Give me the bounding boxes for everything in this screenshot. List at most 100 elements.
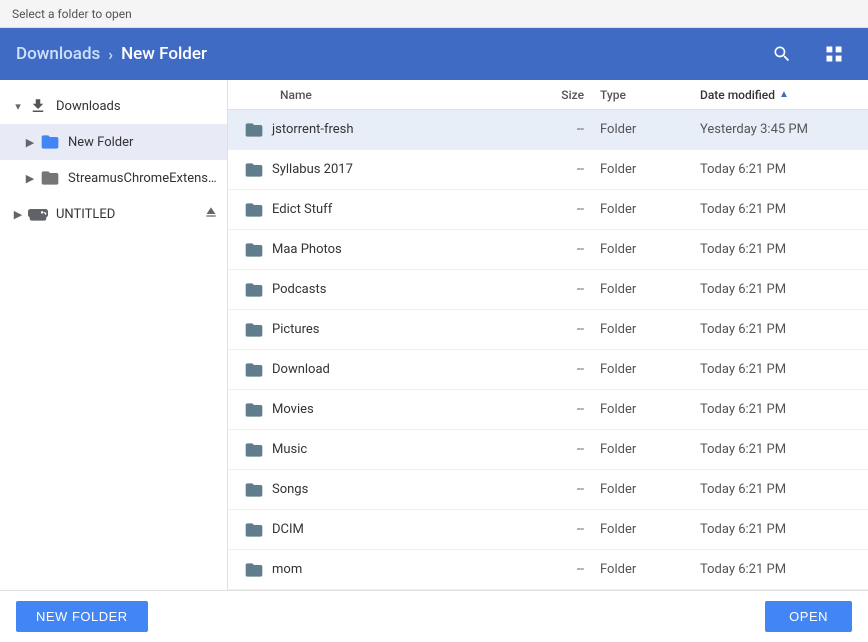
table-row[interactable]: Songs -- Folder Today 6:21 PM <box>228 470 868 510</box>
expand-icon-downloads: ▾ <box>8 100 28 113</box>
table-row[interactable]: Podcasts -- Folder Today 6:21 PM <box>228 270 868 310</box>
row-type: Folder <box>600 562 700 577</box>
search-icon <box>772 44 792 64</box>
table-row[interactable]: Maa Photos -- Folder Today 6:21 PM <box>228 230 868 270</box>
grid-icon <box>824 44 844 64</box>
folder-icon <box>236 240 272 260</box>
sidebar: ▾ Downloads ▶ New Folder ▶ <box>0 80 228 590</box>
file-list-header: Name Size Type Date modified ▲ <box>228 80 868 110</box>
folder-icon <box>236 160 272 180</box>
row-size: -- <box>500 402 600 417</box>
row-date: Today 6:21 PM <box>700 562 860 577</box>
file-list: Name Size Type Date modified ▲ jstorrent… <box>228 80 868 590</box>
row-name: jstorrent-fresh <box>272 122 500 137</box>
row-name: Songs <box>272 482 500 497</box>
sidebar-label-downloads: Downloads <box>56 99 219 114</box>
table-row[interactable]: Music -- Folder Today 6:21 PM <box>228 430 868 470</box>
breadcrumb: Downloads › New Folder <box>16 44 764 64</box>
folder-icon-streamus <box>40 168 60 188</box>
table-row[interactable]: mom -- Folder Today 6:21 PM <box>228 550 868 590</box>
table-row[interactable]: Syllabus 2017 -- Folder Today 6:21 PM <box>228 150 868 190</box>
row-size: -- <box>500 442 600 457</box>
main-content: ▾ Downloads ▶ New Folder ▶ <box>0 80 868 590</box>
row-type: Folder <box>600 162 700 177</box>
row-name: mom <box>272 562 500 577</box>
row-date: Today 6:21 PM <box>700 162 860 177</box>
row-size: -- <box>500 162 600 177</box>
new-folder-button[interactable]: NEW FOLDER <box>16 601 148 632</box>
row-name: Podcasts <box>272 282 500 297</box>
sidebar-item-new-folder[interactable]: ▶ New Folder <box>0 124 227 160</box>
breadcrumb-current: New Folder <box>121 44 207 64</box>
row-name: Syllabus 2017 <box>272 162 500 177</box>
col-header-type[interactable]: Type <box>600 88 700 102</box>
open-button[interactable]: OPEN <box>765 601 852 632</box>
row-size: -- <box>500 482 600 497</box>
row-type: Folder <box>600 522 700 537</box>
row-name: Pictures <box>272 322 500 337</box>
col-header-name[interactable]: Name <box>236 88 500 102</box>
folder-icon <box>236 440 272 460</box>
row-type: Folder <box>600 282 700 297</box>
row-date: Today 6:21 PM <box>700 242 860 257</box>
row-type: Folder <box>600 122 700 137</box>
search-button[interactable] <box>764 36 800 72</box>
expand-icon-new-folder: ▶ <box>20 136 40 149</box>
hdd-icon <box>28 204 48 224</box>
table-row[interactable]: Pictures -- Folder Today 6:21 PM <box>228 310 868 350</box>
row-date: Today 6:21 PM <box>700 442 860 457</box>
table-row[interactable]: Download -- Folder Today 6:21 PM <box>228 350 868 390</box>
row-type: Folder <box>600 322 700 337</box>
sidebar-label-untitled: UNTITLED <box>56 207 203 222</box>
row-name: Maa Photos <box>272 242 500 257</box>
top-bar: Select a folder to open <box>0 0 868 28</box>
expand-icon-streamus: ▶ <box>20 172 40 185</box>
header: Downloads › New Folder <box>0 28 868 80</box>
sidebar-item-downloads[interactable]: ▾ Downloads <box>0 88 227 124</box>
file-rows-container: jstorrent-fresh -- Folder Yesterday 3:45… <box>228 110 868 590</box>
sidebar-item-streamus[interactable]: ▶ StreamusChromeExtensi... <box>0 160 227 196</box>
breadcrumb-root[interactable]: Downloads <box>16 44 100 64</box>
download-icon <box>28 96 48 116</box>
folder-icon <box>236 400 272 420</box>
col-header-size[interactable]: Size <box>500 88 600 102</box>
row-type: Folder <box>600 482 700 497</box>
row-date: Today 6:21 PM <box>700 322 860 337</box>
folder-icon <box>236 280 272 300</box>
folder-icon <box>236 120 272 140</box>
col-header-date[interactable]: Date modified ▲ <box>700 88 860 102</box>
table-row[interactable]: Movies -- Folder Today 6:21 PM <box>228 390 868 430</box>
table-row[interactable]: DCIM -- Folder Today 6:21 PM <box>228 510 868 550</box>
sidebar-item-untitled[interactable]: ▶ UNTITLED <box>0 196 227 232</box>
breadcrumb-separator: › <box>108 45 113 64</box>
header-icons <box>764 36 852 72</box>
row-name: Movies <box>272 402 500 417</box>
row-type: Folder <box>600 402 700 417</box>
folder-icon <box>236 320 272 340</box>
top-bar-label: Select a folder to open <box>12 7 132 21</box>
row-date: Yesterday 3:45 PM <box>700 122 860 137</box>
row-type: Folder <box>600 242 700 257</box>
eject-icon[interactable] <box>203 204 219 224</box>
row-size: -- <box>500 202 600 217</box>
grid-view-button[interactable] <box>816 36 852 72</box>
row-name: Edict Stuff <box>272 202 500 217</box>
row-date: Today 6:21 PM <box>700 402 860 417</box>
row-name: Download <box>272 362 500 377</box>
row-size: -- <box>500 282 600 297</box>
row-name: Music <box>272 442 500 457</box>
folder-icon <box>236 520 272 540</box>
row-type: Folder <box>600 362 700 377</box>
row-size: -- <box>500 322 600 337</box>
expand-icon-untitled: ▶ <box>8 208 28 221</box>
row-date: Today 6:21 PM <box>700 482 860 497</box>
table-row[interactable]: jstorrent-fresh -- Folder Yesterday 3:45… <box>228 110 868 150</box>
folder-icon <box>236 360 272 380</box>
row-size: -- <box>500 522 600 537</box>
folder-icon-new-folder <box>40 132 60 152</box>
row-name: DCIM <box>272 522 500 537</box>
table-row[interactable]: Edict Stuff -- Folder Today 6:21 PM <box>228 190 868 230</box>
row-size: -- <box>500 362 600 377</box>
row-date: Today 6:21 PM <box>700 522 860 537</box>
folder-icon <box>236 480 272 500</box>
